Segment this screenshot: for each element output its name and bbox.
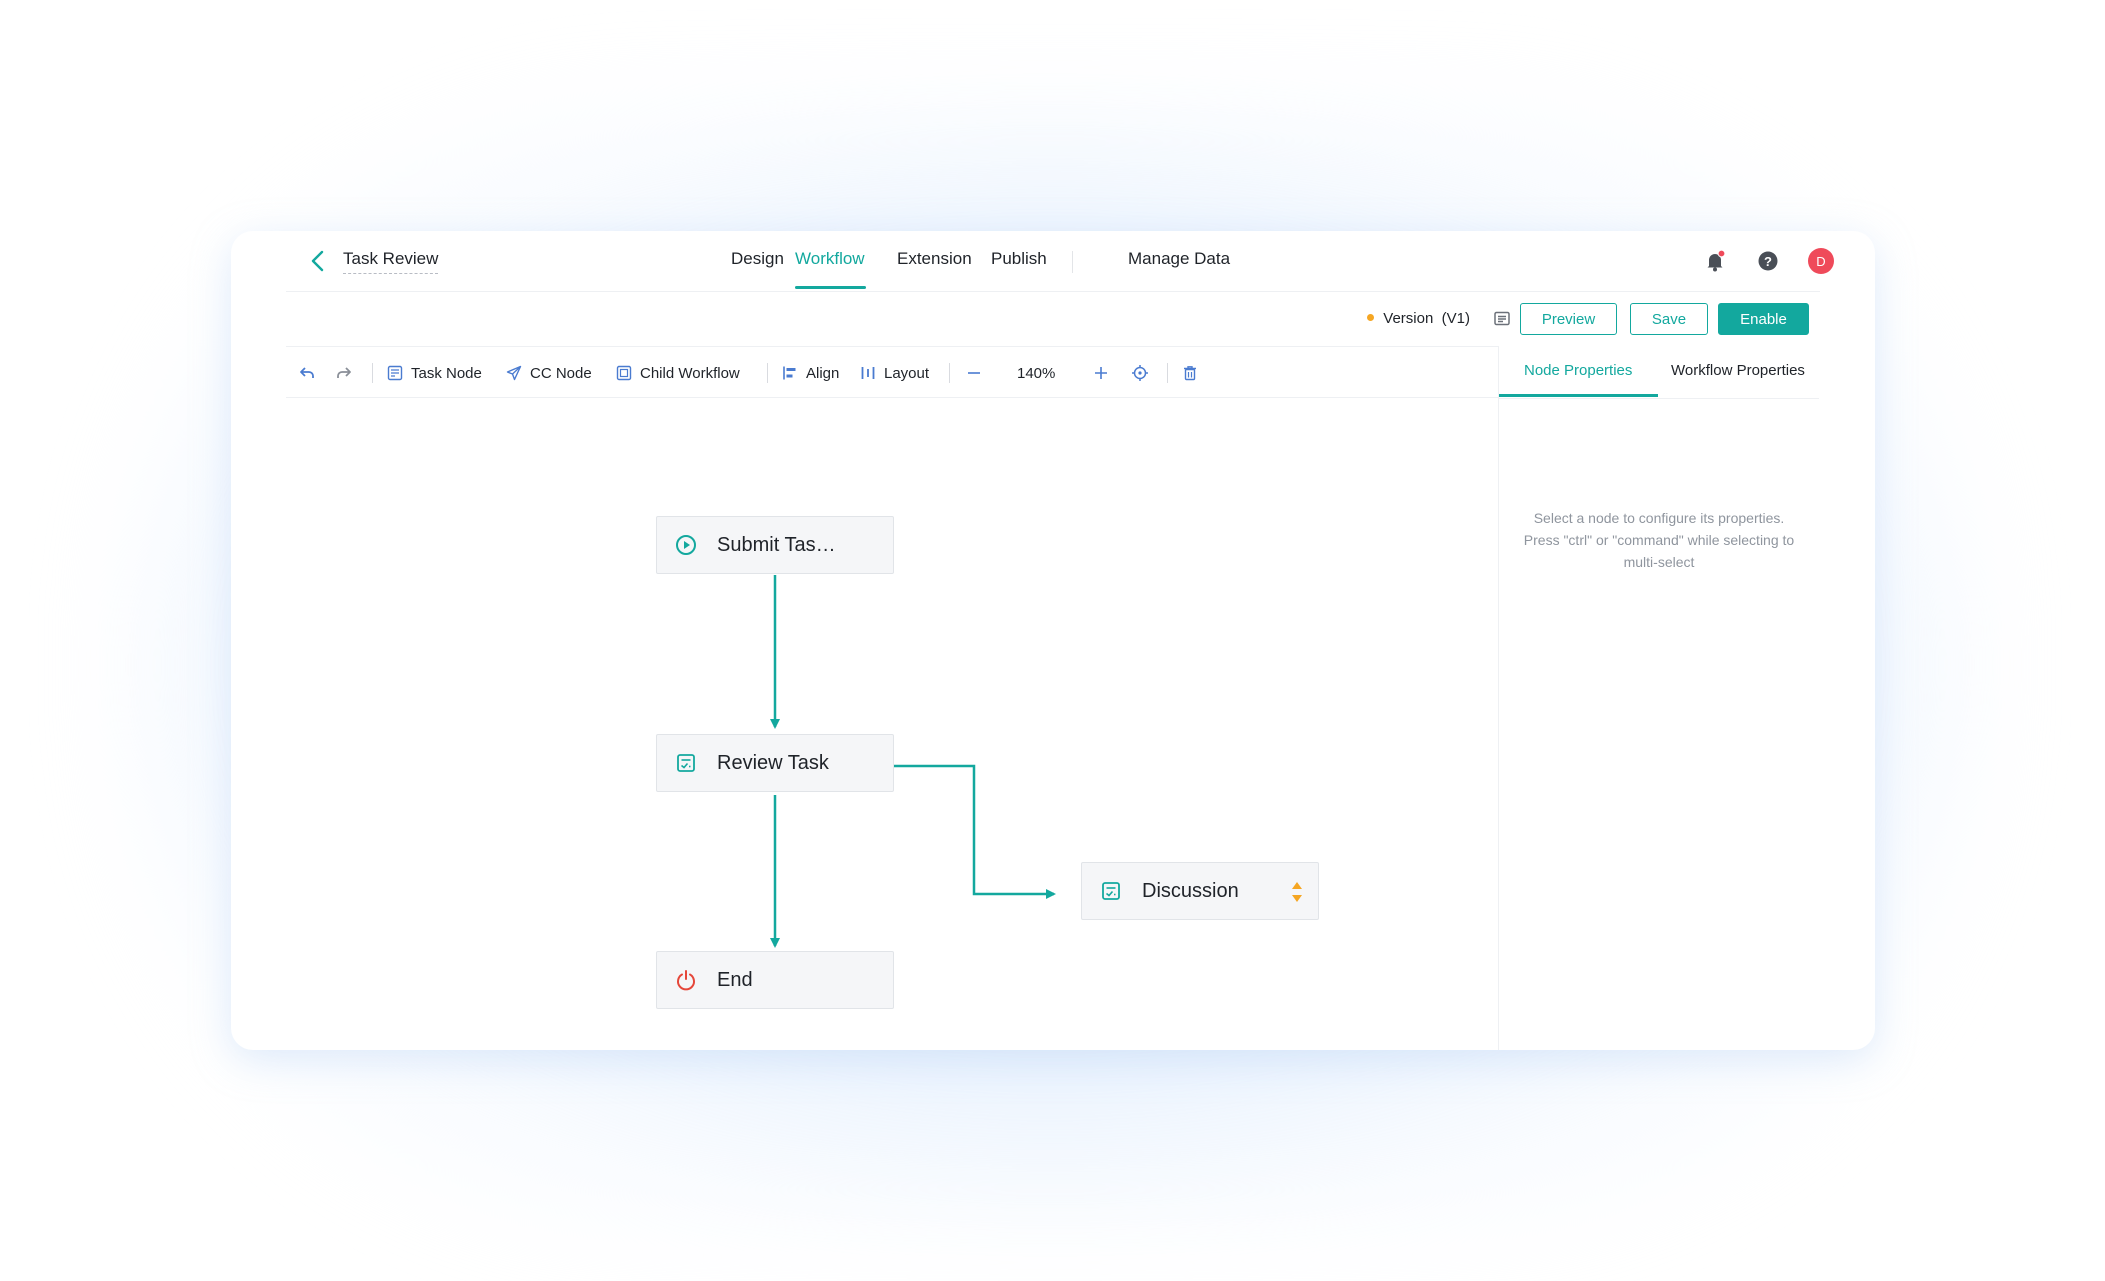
undo-button[interactable] <box>298 361 324 385</box>
node-end[interactable]: End <box>656 951 894 1009</box>
version-history-icon[interactable] <box>1492 309 1512 329</box>
node-label: Discussion <box>1142 879 1239 902</box>
toolbar-divider <box>372 363 373 383</box>
chevron-left-icon <box>311 250 324 272</box>
crosshair-icon <box>1132 365 1148 381</box>
nav-extension[interactable]: Extension <box>897 249 972 269</box>
app-title[interactable]: Task Review <box>343 249 439 274</box>
top-header: Task Review Design Workflow Extension Pu… <box>286 231 1834 292</box>
align-label: Align <box>806 364 840 382</box>
notifications-button[interactable] <box>1702 248 1728 274</box>
zoom-level: 140% <box>1017 364 1056 382</box>
trash-icon <box>1184 366 1196 381</box>
power-icon <box>677 970 695 991</box>
workflow-canvas[interactable]: Submit Tas… Review Task Discussion End <box>286 398 1498 1050</box>
version-value: (V1) <box>1441 310 1470 327</box>
align-button[interactable]: Align <box>782 361 839 385</box>
nav-design[interactable]: Design <box>731 249 784 269</box>
play-circle-icon <box>676 535 696 555</box>
child-workflow-icon <box>616 365 632 381</box>
toolbar-divider <box>767 363 768 383</box>
task-node-label: Task Node <box>411 364 482 382</box>
enable-button[interactable]: Enable <box>1718 303 1809 335</box>
tab-node-properties[interactable]: Node Properties <box>1524 362 1632 379</box>
action-bar: Version (V1) Preview Save Enable <box>286 291 1820 347</box>
node-discussion[interactable]: Discussion <box>1081 862 1319 920</box>
nav-manage-data[interactable]: Manage Data <box>1128 249 1230 269</box>
undo-icon <box>300 367 314 378</box>
hint-line: multi-select <box>1623 554 1695 570</box>
node-label: End <box>717 968 753 991</box>
node-submit-task[interactable]: Submit Tas… <box>656 516 894 574</box>
layout-button[interactable]: Layout <box>860 361 929 385</box>
nav-workflow[interactable]: Workflow <box>795 249 865 269</box>
toolbar-divider <box>949 363 950 383</box>
center-view-button[interactable] <box>1131 361 1157 385</box>
properties-tabs: Node Properties Workflow Properties <box>1499 346 1819 399</box>
send-icon <box>506 365 522 381</box>
zoom-in-button[interactable] <box>1093 361 1117 385</box>
minus-icon <box>968 372 980 374</box>
bell-icon <box>1707 249 1726 272</box>
nav-divider <box>1072 251 1073 273</box>
back-button[interactable] <box>304 247 332 275</box>
version-indicator[interactable]: Version (V1) <box>1367 310 1470 327</box>
tab-active-indicator <box>1499 394 1658 397</box>
add-task-node-button[interactable]: Task Node <box>387 361 482 385</box>
child-workflow-label: Child Workflow <box>640 364 740 382</box>
zoom-out-button[interactable] <box>966 361 990 385</box>
save-button[interactable]: Save <box>1630 303 1708 335</box>
app-window: Task Review Design Workflow Extension Pu… <box>231 231 1875 1050</box>
hint-line: Select a node to configure its propertie… <box>1533 510 1785 526</box>
layout-label: Layout <box>884 364 930 382</box>
version-status-dot <box>1367 314 1375 321</box>
properties-panel: Node Properties Workflow Properties Sele… <box>1498 346 1819 1050</box>
preview-button[interactable]: Preview <box>1520 303 1617 335</box>
help-icon: ? <box>1758 251 1778 271</box>
cc-node-label: CC Node <box>530 364 592 382</box>
plus-icon <box>1095 367 1107 379</box>
tab-workflow-properties[interactable]: Workflow Properties <box>1671 362 1805 379</box>
nav-publish[interactable]: Publish <box>991 249 1047 269</box>
node-label: Submit Tas… <box>717 533 836 556</box>
connector-review-to-discussion <box>894 764 1056 899</box>
user-avatar[interactable]: D <box>1808 248 1834 274</box>
delete-button[interactable] <box>1182 361 1206 385</box>
version-label: Version <box>1383 310 1434 327</box>
node-label: Review Task <box>717 751 829 774</box>
svg-text:?: ? <box>1764 254 1772 269</box>
align-left-icon <box>783 366 796 380</box>
redo-icon <box>337 367 351 378</box>
toolbar-divider <box>1167 363 1168 383</box>
help-button[interactable]: ? <box>1755 248 1781 274</box>
task-form-icon <box>677 754 695 772</box>
hint-line: Press "ctrl" or "command" while selectin… <box>1523 532 1795 548</box>
redo-button[interactable] <box>335 361 361 385</box>
add-cc-node-button[interactable]: CC Node <box>506 361 592 385</box>
canvas-toolbar: Task Node CC Node Child Workflow Align L… <box>286 346 1498 398</box>
task-node-icon <box>387 365 403 381</box>
node-review-task[interactable]: Review Task <box>656 734 894 792</box>
layout-icon <box>861 367 875 379</box>
add-child-workflow-button[interactable]: Child Workflow <box>616 361 740 385</box>
branch-marker-icon <box>1292 882 1302 902</box>
nav-active-indicator <box>795 286 866 289</box>
task-form-icon <box>1102 882 1120 900</box>
empty-selection-hint: Select a node to configure its propertie… <box>1499 507 1819 573</box>
